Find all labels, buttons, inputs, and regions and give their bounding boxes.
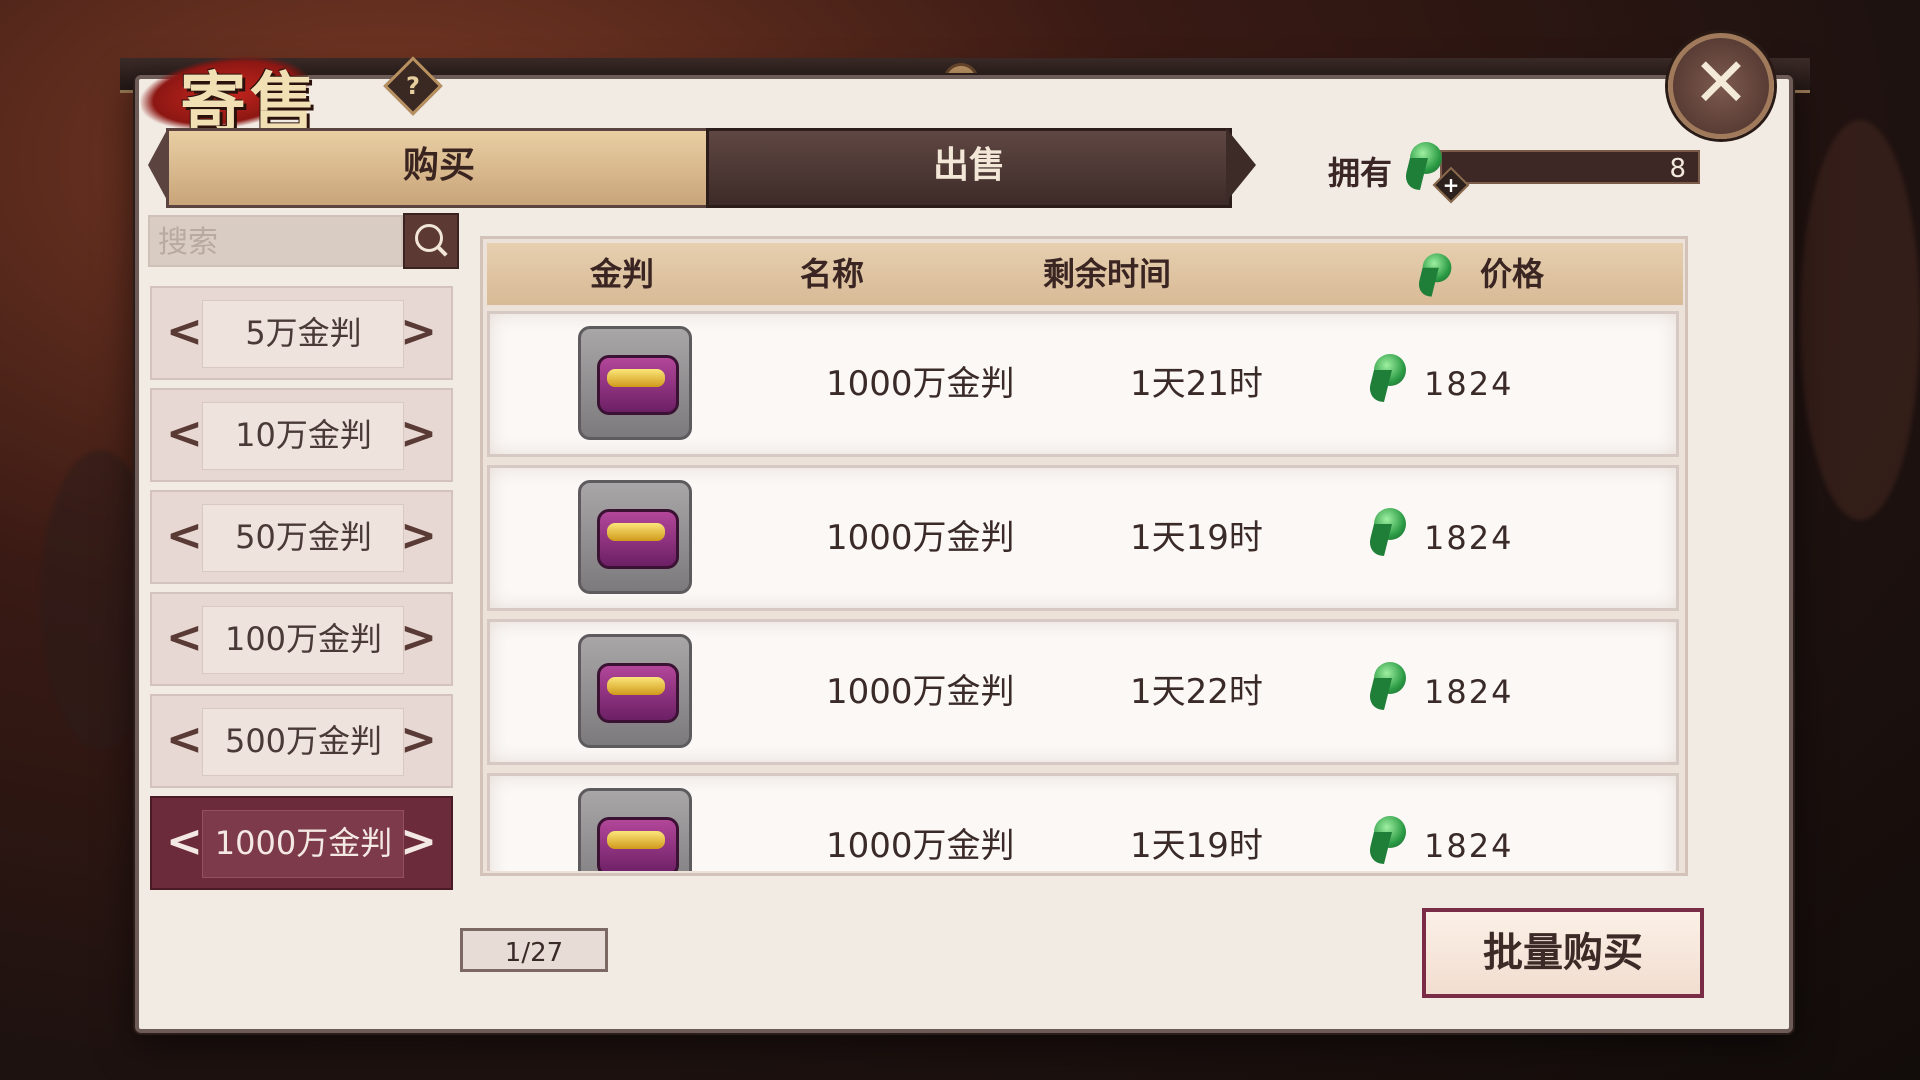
table-header: 金判 名称 剩余时间 价格	[487, 243, 1683, 305]
category-item[interactable]: < 100万金判 >	[150, 592, 453, 686]
gold-chest-icon	[578, 788, 692, 871]
search-button[interactable]	[403, 213, 459, 269]
magatama-icon	[1370, 352, 1410, 404]
category-item[interactable]: < 5万金判 >	[150, 286, 453, 380]
search-input[interactable]: 搜索	[148, 215, 403, 267]
table-row[interactable]: 1000万金判 1天22时 1824	[487, 619, 1679, 765]
owned-amount: 8	[1440, 150, 1700, 184]
magatama-icon	[1370, 506, 1410, 558]
price-value: 1824	[1424, 365, 1514, 403]
magatama-icon	[1370, 814, 1410, 866]
chevron-right-icon[interactable]: >	[400, 492, 437, 580]
remaining-time: 1天21时	[1130, 364, 1263, 404]
gold-bars	[607, 831, 665, 849]
magatama-icon	[1370, 660, 1410, 712]
table-row[interactable]: 1000万金判 1天19时 1824	[487, 465, 1679, 611]
price-value: 1824	[1424, 673, 1514, 711]
table-row[interactable]: 1000万金判 1天21时 1824	[487, 311, 1679, 457]
close-button[interactable]: ✕	[1668, 33, 1774, 139]
category-item-selected[interactable]: < 1000万金判 >	[150, 796, 453, 890]
category-item[interactable]: < 500万金判 >	[150, 694, 453, 788]
background-scenery-right	[1800, 120, 1920, 520]
category-list: < 5万金判 > < 10万金判 > < 50万金判 > < 100万金判 > …	[150, 286, 453, 898]
search-icon-handle	[436, 245, 448, 257]
item-name: 1000万金判	[826, 518, 1015, 558]
header-time: 剩余时间	[1042, 255, 1171, 293]
tab-right-cap	[1226, 128, 1256, 202]
chevron-right-icon[interactable]: >	[400, 798, 437, 886]
category-item[interactable]: < 50万金判 >	[150, 490, 453, 584]
plus-icon: +	[1442, 173, 1460, 197]
remaining-time: 1天19时	[1130, 518, 1263, 558]
chevron-right-icon[interactable]: >	[400, 390, 437, 478]
gold-chest-icon	[578, 480, 692, 594]
title-banner: 寄售	[120, 28, 360, 142]
tab-buy[interactable]: 购买	[166, 128, 712, 208]
gold-bars	[607, 677, 665, 695]
category-item[interactable]: < 10万金判 >	[150, 388, 453, 482]
chevron-right-icon[interactable]: >	[400, 288, 437, 376]
header-price: 价格	[1479, 255, 1544, 293]
tab-left-cap	[148, 128, 168, 202]
remaining-time: 1天19时	[1130, 826, 1263, 866]
chevron-right-icon[interactable]: >	[400, 594, 437, 682]
tab-sell[interactable]: 出售	[706, 128, 1232, 208]
gold-bars	[607, 369, 665, 387]
gold-chest-icon	[578, 326, 692, 440]
listing-table: 金判 名称 剩余时间 价格 1000万金判 1天21时 1824 1000万金判…	[480, 236, 1688, 876]
bulk-buy-button[interactable]: 批量购买	[1422, 908, 1704, 998]
remaining-time: 1天22时	[1130, 672, 1263, 712]
gold-chest-icon	[578, 634, 692, 748]
magatama-icon	[1419, 252, 1455, 299]
header-name: 名称	[799, 255, 864, 293]
item-name: 1000万金判	[826, 826, 1015, 866]
table-row[interactable]: 1000万金判 1天19时 1824	[487, 773, 1679, 871]
table-rows[interactable]: 1000万金判 1天21时 1824 1000万金判 1天19时 1824 10…	[487, 311, 1683, 871]
help-icon-glyph: ?	[406, 72, 420, 100]
price-value: 1824	[1424, 827, 1514, 865]
item-name: 1000万金判	[826, 364, 1015, 404]
item-name: 1000万金判	[826, 672, 1015, 712]
owned-label: 拥有	[1328, 154, 1393, 192]
tab-bar: 购买 出售	[148, 128, 1268, 208]
page-indicator: 1/27	[460, 928, 608, 972]
chevron-right-icon[interactable]: >	[400, 696, 437, 784]
gold-bars	[607, 523, 665, 541]
header-gold: 金判	[589, 255, 654, 293]
price-value: 1824	[1424, 519, 1514, 557]
